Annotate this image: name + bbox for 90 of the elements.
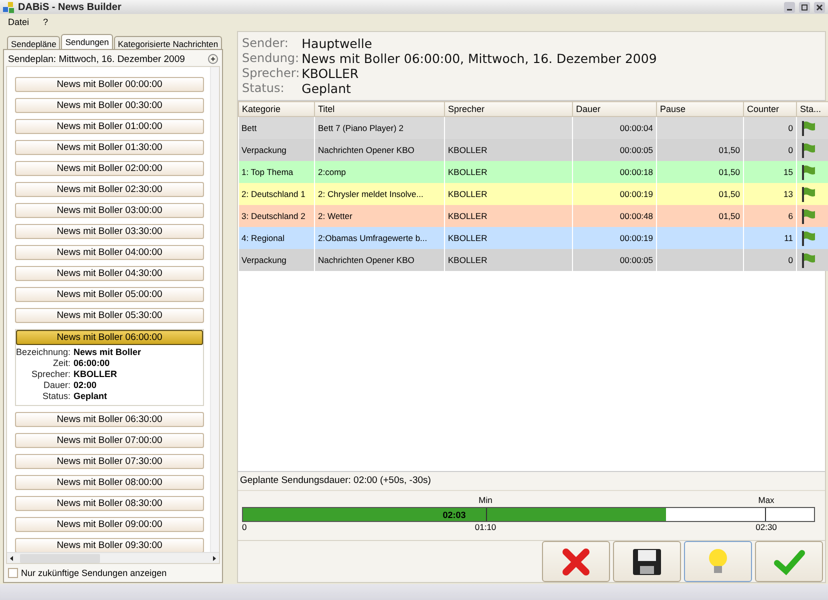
- marker-label: Max: [758, 495, 774, 505]
- planned-duration-label: Geplante Sendungsdauer: 02:00 (+50s, -30s): [238, 472, 825, 491]
- table-row[interactable]: 4: Regional 2:Obamas Umfragewerte b... KBOLLER 00:00:19 11: [238, 226, 828, 248]
- table-cell: Verpackung: [238, 248, 314, 270]
- confirm-button[interactable]: [755, 541, 823, 582]
- table-row[interactable]: 2: Deutschland 1 2: Chrysler meldet Insolve... KBOLLER 00:00:19 01,50 13: [238, 182, 828, 204]
- info-label: Sprecher:: [242, 66, 300, 81]
- column-header[interactable]: Counter: [744, 102, 796, 116]
- detail-value: Geplant: [74, 391, 108, 401]
- table-row[interactable]: Verpackung Nachrichten Opener KBO KBOLLER 00:00:05 0: [238, 248, 828, 270]
- table-cell: 0: [744, 248, 796, 270]
- column-header[interactable]: Sta...: [796, 102, 828, 116]
- broadcast-button[interactable]: News mit Boller 06:00:00: [16, 330, 203, 345]
- duration-value: 02:03: [442, 510, 466, 520]
- broadcast-button[interactable]: News mit Boller 09:00:00: [15, 517, 204, 532]
- flag-icon: [800, 120, 816, 136]
- broadcast-button[interactable]: News mit Boller 01:00:00: [15, 119, 204, 134]
- detail-value: News mit Boller: [74, 347, 142, 357]
- table-cell: 00:00:05: [572, 248, 656, 270]
- detail-value: 06:00:00: [74, 358, 111, 368]
- table-cell: Nachrichten Opener KBO: [314, 248, 444, 270]
- broadcast-button[interactable]: News mit Boller 05:30:00: [15, 308, 204, 323]
- broadcast-button[interactable]: News mit Boller 05:00:00: [15, 287, 204, 302]
- info-label: Status:: [242, 81, 286, 96]
- close-icon[interactable]: [814, 2, 825, 12]
- menu-item[interactable]: ?: [43, 17, 48, 27]
- menu-item[interactable]: Datei: [8, 17, 30, 27]
- info-label: Sendung:: [242, 51, 300, 66]
- broadcast-button[interactable]: News mit Boller 00:30:00: [15, 98, 204, 113]
- detail-value: 02:00: [74, 380, 98, 390]
- table-row[interactable]: 3: Deutschland 2 2: Wetter KBOLLER 00:00:48 01,50 6: [238, 204, 828, 226]
- tick-label: 0: [242, 522, 247, 532]
- broadcast-button[interactable]: News mit Boller 00:00:00: [15, 77, 204, 92]
- info-value: KBOLLER: [302, 66, 360, 81]
- column-header[interactable]: Titel: [314, 102, 444, 116]
- table-cell: KBOLLER: [444, 248, 572, 270]
- info-label: Sender:: [242, 36, 290, 51]
- info-value: Hauptwelle: [302, 36, 374, 51]
- checkbox-label[interactable]: Nur zukünftige Sendungen anzeigen: [21, 568, 167, 578]
- tab[interactable]: Sendepläne: [7, 36, 60, 49]
- tick-label: 02:30: [756, 522, 777, 532]
- tick-label: 01:10: [474, 522, 496, 532]
- marker-label: Min: [478, 495, 492, 505]
- broadcast-button[interactable]: News mit Boller 01:30:00: [15, 140, 204, 155]
- info-value: News mit Boller 06:00:00, Mittwoch, 16. Dezember 2009: [302, 51, 658, 66]
- column-header[interactable]: Kategorie: [238, 102, 314, 116]
- broadcast-button[interactable]: News mit Boller 09:30:00: [15, 538, 204, 552]
- checkbox[interactable]: [8, 568, 18, 578]
- info-value: Geplant: [302, 81, 352, 96]
- minimize-icon[interactable]: [784, 2, 795, 12]
- broadcast-button[interactable]: News mit Boller 06:30:00: [15, 412, 204, 427]
- vertical-scrollbar[interactable]: [210, 67, 219, 552]
- horizontal-scrollbar[interactable]: [7, 552, 219, 563]
- cancel-button[interactable]: [542, 541, 610, 582]
- detail-label: Sprecher:: [30, 369, 71, 379]
- broadcast-button[interactable]: News mit Boller 08:30:00: [15, 496, 204, 511]
- broadcast-button[interactable]: News mit Boller 04:00:00: [15, 245, 204, 260]
- tab[interactable]: Kategorisierte Nachrichten: [114, 36, 222, 49]
- flag-icon: [800, 186, 816, 202]
- flag-icon: [800, 252, 816, 268]
- broadcast-button[interactable]: News mit Boller 03:00:00: [15, 203, 204, 218]
- broadcast-button[interactable]: News mit Boller 02:00:00: [15, 161, 204, 176]
- detail-label: Zeit:: [52, 358, 71, 368]
- broadcast-button[interactable]: News mit Boller 03:30:00: [15, 224, 204, 239]
- table-row[interactable]: Verpackung Nachrichten Opener KBO KBOLLER 00:00:05 01,50 0: [238, 138, 828, 160]
- column-header[interactable]: Pause: [656, 102, 744, 116]
- column-header[interactable]: Sprecher: [444, 102, 572, 116]
- broadcast-button[interactable]: News mit Boller 04:30:00: [15, 266, 204, 281]
- flag-icon: [800, 208, 816, 224]
- window-title: DABiS - News Builder: [18, 2, 122, 12]
- schedule-header: Sendeplan: Mittwoch, 16. Dezember 2009: [8, 54, 185, 64]
- detail-value: KBOLLER: [74, 369, 118, 379]
- save-button[interactable]: [613, 541, 681, 582]
- flag-icon: [800, 230, 816, 246]
- detail-label: Bezeichnung:: [16, 347, 71, 357]
- add-icon[interactable]: [208, 54, 218, 64]
- detail-label: Dauer:: [42, 380, 71, 390]
- broadcast-button[interactable]: News mit Boller 02:30:00: [15, 182, 204, 197]
- flag-icon: [800, 164, 816, 180]
- restore-icon[interactable]: [799, 2, 810, 12]
- detail-label: Status:: [42, 391, 71, 401]
- broadcast-button[interactable]: News mit Boller 08:00:00: [15, 475, 204, 490]
- table-row[interactable]: 1: Top Thema 2:comp KBOLLER 00:00:18 01,50 15: [238, 160, 828, 182]
- broadcast-button[interactable]: News mit Boller 07:30:00: [15, 454, 204, 469]
- flag-icon: [800, 142, 816, 158]
- broadcast-button[interactable]: News mit Boller 07:00:00: [15, 433, 204, 448]
- app-logo-icon: [3, 2, 14, 12]
- table-row[interactable]: Bett Bett 7 (Piano Player) 2 00:00:04 0: [238, 116, 828, 138]
- tab[interactable]: Sendungen: [61, 34, 113, 49]
- column-header[interactable]: Dauer: [572, 102, 656, 116]
